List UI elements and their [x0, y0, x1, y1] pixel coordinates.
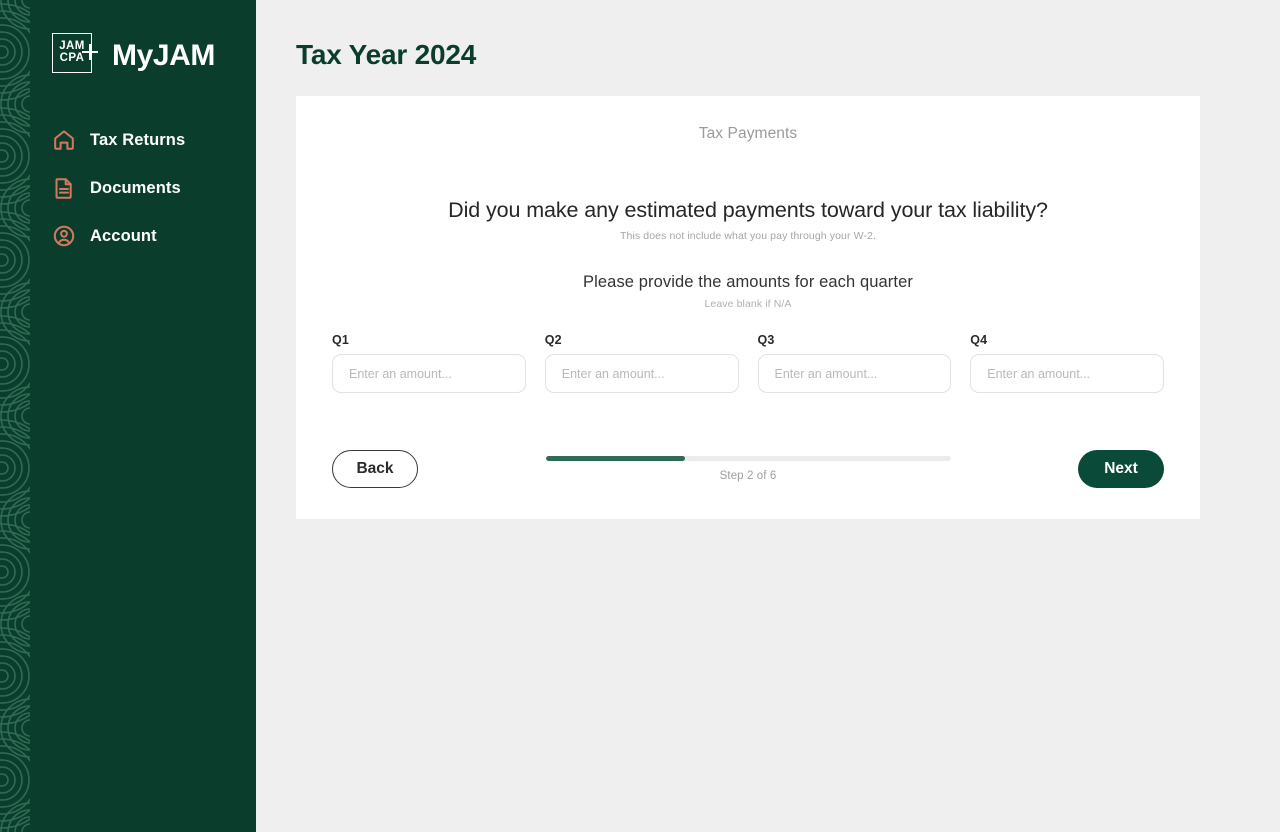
app-root: JAM CPA MyJAM Tax Returns Documents Acco… [0, 0, 1280, 832]
next-button[interactable]: Next [1078, 450, 1164, 488]
q2-amount-input[interactable] [544, 354, 739, 393]
question-block: Did you make any estimated payments towa… [332, 198, 1164, 242]
quarter-field-q3: Q3 [757, 333, 952, 393]
document-icon [55, 178, 72, 199]
brand-title: MyJAM [112, 39, 216, 72]
sidebar-item-documents[interactable]: Documents [52, 174, 256, 202]
progress-fill [545, 456, 686, 461]
sidebar-item-tax-returns[interactable]: Tax Returns [52, 126, 256, 154]
sidebar-nav: Tax Returns Documents Account [52, 126, 256, 250]
back-button[interactable]: Back [332, 450, 418, 488]
quarter-field-q4: Q4 [970, 333, 1164, 393]
tax-payments-card: Tax Payments Did you make any estimated … [296, 96, 1200, 519]
progress-track [545, 456, 951, 461]
logo-line-2: CPA [59, 52, 85, 64]
quarter-label: Q2 [544, 333, 562, 347]
quarter-field-q1: Q1 [332, 333, 526, 393]
card-footer: Back Step 2 of 6 Next [332, 447, 1164, 491]
q1-amount-input[interactable] [332, 354, 526, 393]
jamcpa-logo-icon: JAM CPA [52, 33, 98, 79]
question-title: Did you make any estimated payments towa… [448, 198, 1048, 222]
q3-amount-input[interactable] [757, 354, 952, 393]
sidebar-item-account[interactable]: Account [52, 222, 256, 250]
sidebar: JAM CPA MyJAM Tax Returns Documents Acco… [0, 0, 256, 832]
account-icon [53, 225, 75, 247]
main-content: Tax Year 2024 Tax Payments Did you make … [256, 0, 1280, 832]
home-icon [54, 130, 74, 150]
sidebar-item-label: Documents [90, 178, 181, 197]
page-title: Tax Year 2024 [296, 39, 477, 70]
quarter-field-q2: Q2 [544, 333, 739, 393]
q4-amount-input[interactable] [970, 354, 1164, 393]
prompt-subtitle: Leave blank if N/A [704, 298, 792, 310]
logo-plus-icon [82, 44, 98, 60]
prompt-block: Please provide the amounts for each quar… [332, 273, 1164, 310]
quarter-inputs-group: Q1 Q2 Q3 Q4 [332, 333, 1164, 393]
quarter-label: Q4 [970, 333, 988, 347]
brand: JAM CPA MyJAM [52, 28, 256, 84]
sidebar-item-label: Tax Returns [90, 130, 186, 149]
prompt-title: Please provide the amounts for each quar… [583, 273, 913, 291]
card-section-label: Tax Payments [698, 125, 798, 142]
question-subtitle: This does not include what you pay throu… [620, 230, 876, 242]
step-indicator: Step 2 of 6 [719, 470, 777, 482]
quarter-label: Q1 [332, 333, 349, 347]
sidebar-item-label: Account [90, 226, 157, 245]
progress-area: Step 2 of 6 [418, 456, 1078, 482]
sidebar-content: JAM CPA MyJAM Tax Returns Documents Acco… [0, 28, 256, 250]
quarter-label: Q3 [757, 333, 775, 347]
